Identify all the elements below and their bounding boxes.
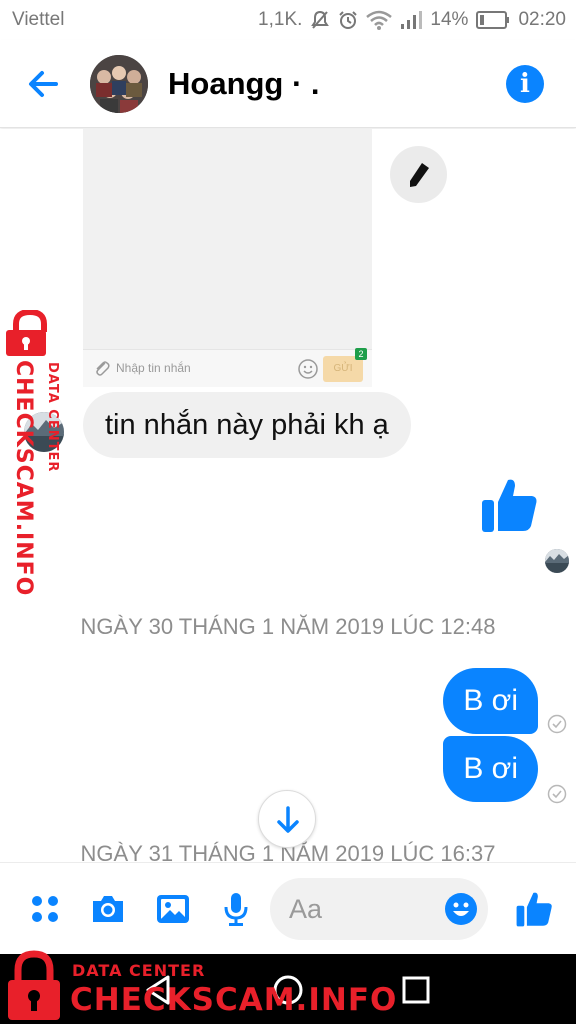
status-bar: Viettel 1,1K. 14% 02:20 [0, 0, 576, 40]
smile-icon [445, 893, 477, 925]
arrow-left-icon [29, 71, 58, 97]
read-receipt-avatar [545, 549, 569, 573]
outgoing-message[interactable]: B ơi [443, 736, 538, 802]
apps-icon [32, 896, 58, 922]
camera-button[interactable] [90, 891, 126, 927]
apps-button[interactable] [27, 891, 63, 927]
thumbs-up-icon [482, 479, 537, 532]
recents-square-icon [402, 976, 430, 1004]
alarm-icon [338, 10, 358, 30]
battery-icon [476, 11, 510, 29]
camera-icon [93, 896, 123, 922]
message-input-placeholder: Aa [289, 894, 323, 924]
image-send-badge: 2 [355, 348, 367, 360]
like-button[interactable] [514, 889, 554, 929]
contact-avatar[interactable] [90, 55, 148, 113]
image-send-button: GỬI 2 [323, 348, 367, 382]
wifi-icon [366, 10, 393, 30]
nav-back-button[interactable] [140, 972, 176, 1008]
watermark-side: DATA CENTER CHECKSCAM.INFO [4, 310, 64, 597]
back-button[interactable] [22, 62, 66, 106]
edit-button[interactable] [390, 146, 447, 203]
nav-recents-button[interactable] [398, 972, 434, 1008]
sent-check-icon [547, 714, 567, 734]
incoming-message[interactable]: tin nhắn này phải kh ạ [83, 392, 411, 458]
system-navigation-bar [0, 954, 576, 1024]
info-button[interactable]: i [506, 65, 544, 103]
arrow-down-icon [277, 806, 299, 833]
info-icon: i [520, 69, 530, 99]
message-thread[interactable]: Nhập tin nhắn GỬI 2 tin nhắn này phải kh … [0, 129, 576, 861]
outgoing-message[interactable]: B ơi [443, 668, 538, 734]
message-composer: Aa [0, 862, 576, 954]
voice-button[interactable] [218, 891, 254, 927]
status-icons: 1,1K. 14% 02:20 [258, 9, 566, 31]
battery-percent: 14% [430, 9, 469, 30]
message-input[interactable]: Aa [270, 878, 488, 940]
paperclip-icon [96, 361, 110, 376]
image-send-label: GỬI [333, 363, 353, 374]
back-triangle-icon [146, 975, 170, 1005]
shared-image[interactable]: Nhập tin nhắn GỬI 2 [83, 129, 372, 387]
gallery-button[interactable] [155, 891, 191, 927]
pencil-icon [410, 163, 429, 187]
signal-icon [400, 10, 423, 30]
lock-icon [6, 310, 47, 356]
image-input-placeholder: Nhập tin nhắn [116, 361, 191, 375]
smile-icon [298, 359, 318, 379]
clock: 02:20 [518, 9, 566, 30]
notification-count: 1,1K. [258, 9, 303, 30]
carrier-name: Viettel [12, 9, 65, 30]
thumbs-up-sticker[interactable] [478, 474, 540, 536]
scroll-to-bottom-button[interactable] [258, 790, 316, 848]
image-icon [157, 895, 189, 923]
sent-check-icon [547, 784, 567, 804]
watermark-side-big: CHECKSCAM.INFO [11, 360, 36, 597]
home-circle-icon [273, 975, 303, 1005]
contact-name[interactable]: Hoangg · . [168, 66, 320, 102]
conversation-header: Hoangg · . i [0, 40, 576, 128]
watermark-side-small: DATA CENTER [45, 362, 60, 473]
emoji-button[interactable] [444, 892, 478, 926]
timestamp: NGÀY 30 THÁNG 1 NĂM 2019 LÚC 12:48 [80, 614, 496, 639]
image-input-bar: Nhập tin nhắn GỬI 2 [83, 348, 372, 387]
mute-icon [310, 10, 330, 30]
mic-icon [224, 893, 248, 926]
thumbs-up-icon [516, 892, 552, 927]
nav-home-button[interactable] [270, 972, 306, 1008]
